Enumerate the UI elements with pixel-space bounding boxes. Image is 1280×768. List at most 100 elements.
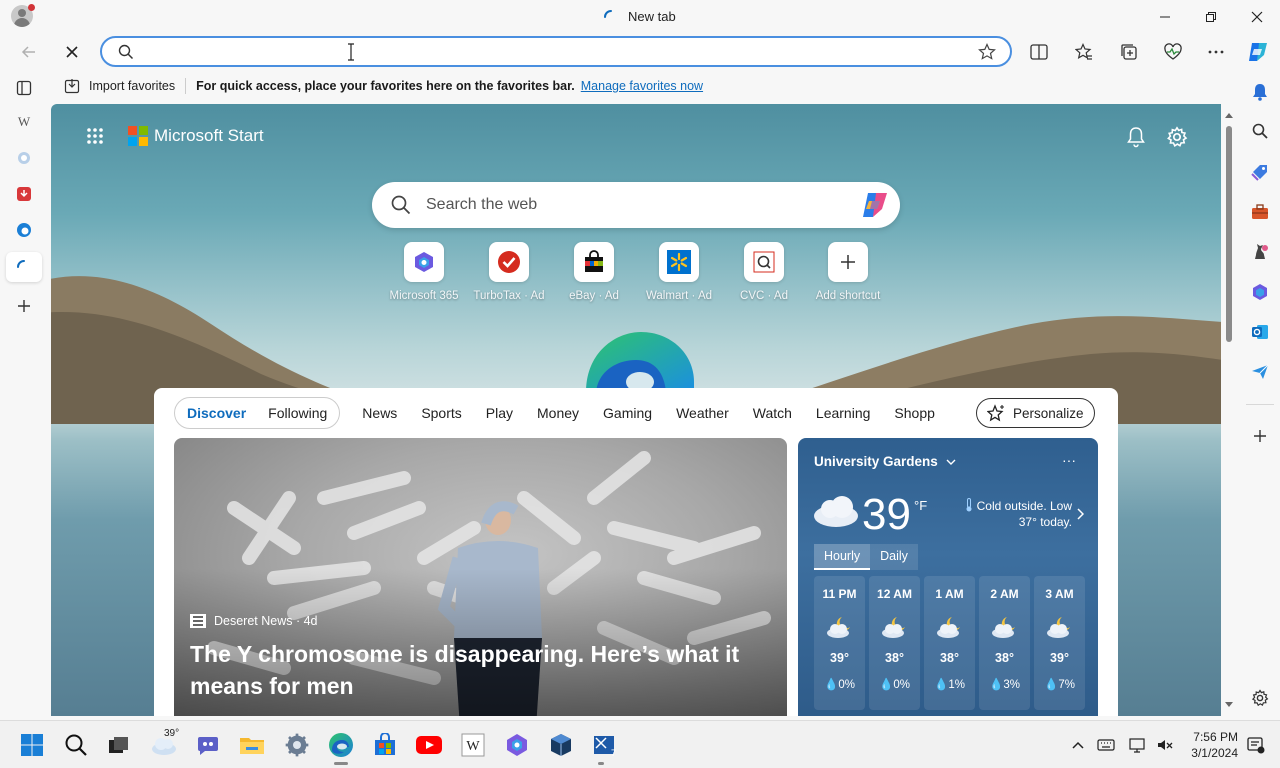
taskbar-search-button[interactable] bbox=[62, 731, 90, 759]
shortcut-microsoft365[interactable]: Microsoft 365 bbox=[379, 242, 469, 302]
add-shortcut-button[interactable]: Add shortcut bbox=[803, 242, 893, 302]
tab-daily[interactable]: Daily bbox=[870, 544, 918, 570]
new-tab-button[interactable] bbox=[12, 294, 36, 318]
outlook-button[interactable] bbox=[1248, 320, 1272, 344]
tab-actions-button[interactable] bbox=[12, 76, 36, 100]
volume-button[interactable] bbox=[1155, 735, 1175, 755]
vm-tools-button[interactable]: 7 bbox=[591, 731, 619, 759]
hourly-item[interactable]: 3 AM 39° 💧7% bbox=[1034, 576, 1085, 710]
keyboard-button[interactable] bbox=[1096, 735, 1116, 755]
settings-app-button[interactable] bbox=[283, 731, 311, 759]
close-button[interactable] bbox=[1241, 4, 1273, 30]
download-app-tab[interactable] bbox=[12, 182, 36, 206]
web-search-input[interactable] bbox=[426, 194, 846, 216]
category-sports[interactable]: Sports bbox=[421, 405, 461, 421]
deseret-news-logo-icon bbox=[190, 614, 206, 628]
hourly-item[interactable]: 12 AM 38° 💧0% bbox=[869, 576, 920, 710]
close-icon bbox=[66, 46, 78, 58]
page-settings-icon[interactable] bbox=[1166, 126, 1188, 148]
web-search-box[interactable] bbox=[372, 182, 900, 228]
add-sidebar-app-button[interactable] bbox=[1248, 424, 1272, 448]
youtube-button[interactable] bbox=[415, 731, 443, 759]
hourly-item[interactable]: 1 AM 38° 💧1% bbox=[924, 576, 975, 710]
microsoft365-button[interactable] bbox=[1248, 280, 1272, 304]
category-play[interactable]: Play bbox=[486, 405, 513, 421]
search-sidebar-button[interactable] bbox=[1248, 119, 1272, 143]
tab-following[interactable]: Following bbox=[268, 405, 327, 421]
scroll-down-arrow-icon[interactable] bbox=[1222, 700, 1236, 710]
microsoft-store-button[interactable] bbox=[371, 731, 399, 759]
microsoft-start-brand[interactable]: Microsoft Start bbox=[128, 126, 264, 146]
file-explorer-button[interactable] bbox=[238, 731, 266, 759]
tab-hourly[interactable]: Hourly bbox=[814, 544, 871, 570]
sidebar-settings-button[interactable] bbox=[1248, 686, 1272, 710]
import-favorites-button[interactable]: Import favorites bbox=[64, 78, 175, 94]
shortcut-ebay[interactable]: eBay · Ad bbox=[549, 242, 639, 302]
clock[interactable]: 7:56 PM 3/1/2024 bbox=[1186, 729, 1238, 761]
weather-more-button[interactable]: ··· bbox=[1062, 452, 1076, 468]
wikipedia-button[interactable]: W bbox=[459, 731, 487, 759]
hero-article-card[interactable]: Deseret News · 4d The Y chromosome is di… bbox=[174, 438, 787, 716]
tools-button[interactable] bbox=[1248, 200, 1272, 224]
chevron-right-icon[interactable] bbox=[1076, 508, 1084, 520]
network-button[interactable] bbox=[1128, 735, 1148, 755]
loading-tab-icon bbox=[17, 260, 25, 268]
start-button[interactable] bbox=[18, 731, 46, 759]
scrollbar-thumb[interactable] bbox=[1226, 126, 1232, 342]
app-launcher-icon[interactable] bbox=[86, 127, 104, 145]
favorites-icon bbox=[1075, 43, 1092, 60]
minimize-button[interactable] bbox=[1149, 4, 1181, 30]
shortcut-turbotax[interactable]: TurboTax · Ad bbox=[464, 242, 554, 302]
hourly-item[interactable]: 2 AM 38° 💧3% bbox=[979, 576, 1030, 710]
drop-button[interactable] bbox=[1248, 360, 1272, 384]
shopping-button[interactable] bbox=[1248, 160, 1272, 184]
edge-tab[interactable] bbox=[12, 218, 36, 242]
collections-button[interactable] bbox=[1115, 39, 1143, 65]
favorites-button[interactable] bbox=[1070, 39, 1098, 65]
wikipedia-tab[interactable]: W bbox=[12, 110, 36, 134]
games-button[interactable] bbox=[1248, 240, 1272, 264]
category-news[interactable]: News bbox=[362, 405, 397, 421]
microsoft365-taskbar-button[interactable] bbox=[503, 731, 531, 759]
precip-value: 3% bbox=[1003, 679, 1020, 691]
category-learning[interactable]: Learning bbox=[816, 405, 871, 421]
notification-center-button[interactable] bbox=[1246, 735, 1266, 755]
virtualbox-button[interactable] bbox=[547, 731, 575, 759]
notifications-bell-icon[interactable] bbox=[1126, 126, 1146, 148]
show-hidden-icons-button[interactable] bbox=[1068, 735, 1088, 755]
restore-button[interactable] bbox=[1195, 4, 1227, 30]
settings-more-button[interactable] bbox=[1202, 39, 1230, 65]
weather-card[interactable]: University Gardens ··· 39 °F Cold outsid… bbox=[798, 438, 1098, 716]
extension-tab[interactable] bbox=[12, 146, 36, 170]
category-shopping[interactable]: Shopp bbox=[894, 405, 934, 421]
stop-loading-button[interactable] bbox=[57, 38, 87, 66]
edge-taskbar-button[interactable] bbox=[327, 731, 355, 759]
category-gaming[interactable]: Gaming bbox=[603, 405, 652, 421]
hourly-item[interactable]: 11 PM 39° 💧0% bbox=[814, 576, 865, 710]
tab-discover[interactable]: Discover bbox=[187, 405, 246, 421]
category-weather[interactable]: Weather bbox=[676, 405, 729, 421]
article-headline[interactable]: The Y chromosome is disappearing. Here’s… bbox=[190, 638, 750, 702]
shortcut-label: eBay · Ad bbox=[569, 290, 619, 302]
new-tab-vertical[interactable] bbox=[6, 252, 42, 282]
manage-favorites-link[interactable]: Manage favorites now bbox=[581, 79, 703, 93]
restore-icon bbox=[1206, 12, 1216, 22]
active-tab[interactable]: New tab bbox=[604, 9, 676, 24]
shortcut-cvc[interactable]: CVC · Ad bbox=[719, 242, 809, 302]
browser-essentials-button[interactable] bbox=[1159, 39, 1187, 65]
split-screen-button[interactable] bbox=[1025, 39, 1053, 65]
notifications-button[interactable] bbox=[1248, 80, 1272, 104]
teams-button[interactable] bbox=[194, 731, 222, 759]
category-money[interactable]: Money bbox=[537, 405, 579, 421]
weather-location[interactable]: University Gardens bbox=[814, 454, 956, 469]
shortcut-walmart[interactable]: Walmart · Ad bbox=[634, 242, 724, 302]
scroll-up-arrow-icon[interactable] bbox=[1222, 110, 1236, 120]
personalize-button[interactable]: Personalize bbox=[976, 398, 1095, 428]
favorite-star-icon[interactable] bbox=[978, 43, 996, 61]
page-scrollbar[interactable] bbox=[1222, 104, 1236, 716]
task-view-button[interactable] bbox=[105, 731, 133, 759]
address-bar[interactable] bbox=[100, 36, 1012, 67]
back-button[interactable] bbox=[14, 38, 44, 66]
category-watch[interactable]: Watch bbox=[753, 405, 792, 421]
copilot-icon[interactable] bbox=[860, 191, 890, 219]
